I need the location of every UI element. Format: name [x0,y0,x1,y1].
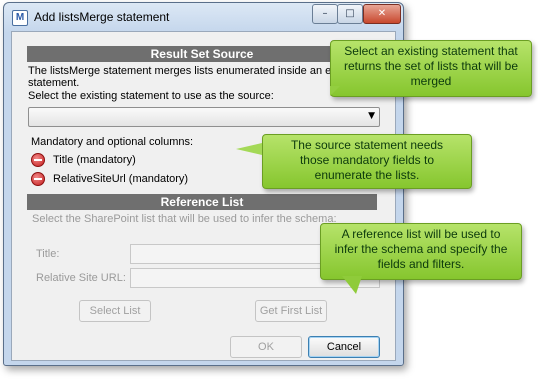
source-description-line1: The listsMerge statement merges lists en… [28,65,357,77]
callout-tail [236,143,262,155]
callout-line: returns the set of lists that will be [343,59,519,73]
callout-reference-list: A reference list will be used to infer t… [320,223,522,280]
callout-line: fields and filters. [377,257,465,271]
title-field-label: Title: [36,248,60,260]
site-url-field-label: Relative Site URL: [36,272,126,284]
app-icon: M [12,10,28,26]
result-set-source-header: Result Set Source [27,46,377,62]
cancel-button[interactable]: Cancel [308,336,380,358]
maximize-button[interactable]: □ [337,4,363,24]
remove-icon [31,172,45,186]
callout-line: The source statement needs [290,138,444,152]
callout-tail [342,276,362,294]
chevron-down-icon[interactable]: ▼ [368,111,375,121]
callout-line: enumerate the lists. [314,168,420,182]
title-bar[interactable]: M Add listsMerge statement – □ ✕ [4,3,403,31]
close-button[interactable]: ✕ [363,4,401,24]
remove-icon [31,153,45,167]
ok-button[interactable]: OK [230,336,302,358]
callout-tail [330,86,340,96]
reference-description: Select the SharePoint list that will be … [32,213,337,225]
callout-line: A reference list will be used to [341,227,501,241]
reference-list-header: Reference List [27,194,377,210]
get-first-list-button[interactable]: Get First List [255,300,327,322]
callout-line: Select an existing statement that [344,44,518,58]
source-statement-select[interactable]: ▼ [28,107,380,127]
callout-line: infer the schema and specify the [334,242,508,256]
callout-line: merged [410,74,452,88]
window-title: Add listsMerge statement [34,10,170,24]
minimize-button[interactable]: – [312,4,338,24]
select-list-button[interactable]: Select List [79,300,151,322]
column-relativesiteurl-label: RelativeSiteUrl (mandatory) [53,173,189,185]
source-description-line2: statement. [28,77,80,89]
column-title-label: Title (mandatory) [53,154,136,166]
callout-select-statement: Select an existing statement that return… [330,40,532,97]
columns-label: Mandatory and optional columns: [31,136,194,148]
callout-mandatory-fields: The source statement needs those mandato… [262,134,472,189]
select-source-label: Select the existing statement to use as … [28,90,274,102]
callout-line: those mandatory fields to [299,153,435,167]
